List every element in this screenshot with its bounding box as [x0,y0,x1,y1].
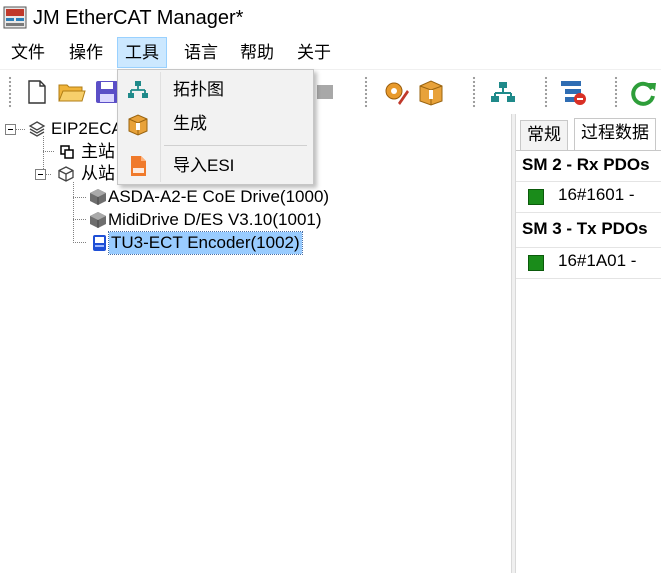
toolbar-grip-4[interactable] [544,76,548,108]
open-folder-icon[interactable] [56,77,86,107]
menu-item-label: 拓扑图 [173,80,224,99]
pdo-index: 16#1A01 - [558,251,637,270]
menu-bar: 文件 操作 工具 语言 帮助 关于 [0,36,661,70]
package-icon [128,114,148,136]
encoder-icon [93,235,106,251]
layers-icon [28,121,46,137]
tree-node-root[interactable]: EIP2ECA [49,118,125,140]
package-icon[interactable] [416,77,446,107]
tree-node-label: ASDA-A2-E CoE Drive(1000) [108,187,330,206]
tree-line [73,182,74,242]
master-icon [60,145,74,159]
toolbar-grip-5[interactable] [614,76,618,108]
tree-line [16,129,26,130]
network-config-icon[interactable] [558,77,588,107]
menu-about[interactable]: 关于 [290,37,338,68]
toolbar-grip-3[interactable] [472,76,476,108]
menu-item-label: 生成 [173,114,207,133]
menu-item-import-esi[interactable]: 导入ESI [118,150,313,183]
title-bar: JM EtherCAT Manager* [0,0,661,36]
tree-line [73,219,87,220]
sm3-header: SM 3 - Tx PDOs [522,219,648,238]
tree-node-label: 从站 [81,164,115,183]
pdo-row[interactable]: 16#1601 - [516,181,661,213]
menu-operation[interactable]: 操作 [62,37,110,68]
new-file-icon[interactable] [22,77,52,107]
sm2-header: SM 2 - Rx PDOs [522,155,650,174]
menu-help[interactable]: 帮助 [233,37,281,68]
refresh-icon[interactable] [628,77,658,107]
tab-general[interactable]: 常规 [520,120,568,150]
pdo-index: 16#1601 - [558,185,635,204]
drive-cube-icon [90,212,106,228]
menu-tools[interactable]: 工具 [117,37,167,68]
tree-line [73,197,87,198]
expander-slaves[interactable] [35,169,46,180]
menu-separator [164,145,307,146]
gray-block-icon[interactable] [310,77,340,107]
tree-node-label: TU3-ECT Encoder(1002) [108,231,303,255]
drive-cube-icon [90,189,106,205]
tab-process-data[interactable]: 过程数据 [574,118,656,150]
settings-edit-icon[interactable] [380,77,410,107]
tree-node-master[interactable]: 主站 [79,141,117,163]
topology-icon [128,81,148,98]
properties-panel: 常规 过程数据 SM 2 - Rx PDOs 16#1601 - SM 3 - … [516,114,661,573]
tree-node-label: 主站 [81,142,115,161]
tree-node-label: MidiDrive D/ES V3.10(1001) [108,210,322,229]
expander-root[interactable] [5,124,16,135]
tree-node-slaves[interactable]: 从站 [79,163,117,185]
menu-language[interactable]: 语言 [177,37,225,68]
topology-icon[interactable] [488,77,518,107]
tree-line [46,174,52,175]
slave-group-icon [58,166,74,182]
tree-node-slave-3[interactable]: TU3-ECT Encoder(1002) [108,231,303,255]
esi-file-icon [131,156,146,176]
pdo-checkbox[interactable] [528,189,544,205]
toolbar [0,70,661,114]
menu-item-label: 导入ESI [173,156,235,175]
toolbar-grip-2[interactable] [364,76,368,108]
tools-dropdown-menu: 拓扑图 生成 导入ESI [117,69,314,185]
tree-node-slave-2[interactable]: MidiDrive D/ES V3.10(1001) [106,209,324,231]
app-logo-icon [3,6,27,29]
menu-item-topology[interactable]: 拓扑图 [118,74,313,107]
menu-item-generate[interactable]: 生成 [118,108,313,141]
pdo-row[interactable]: 16#1A01 - [516,247,661,279]
window-title: JM EtherCAT Manager* [33,7,244,29]
toolbar-grip[interactable] [8,76,12,108]
tree-node-label: EIP2ECA [51,119,123,138]
pdo-checkbox[interactable] [528,255,544,271]
tree-line [73,242,87,243]
tree-node-slave-1[interactable]: ASDA-A2-E CoE Drive(1000) [106,186,331,208]
tab-divider [516,150,661,151]
tree-line [43,151,55,152]
menu-file[interactable]: 文件 [4,37,52,68]
